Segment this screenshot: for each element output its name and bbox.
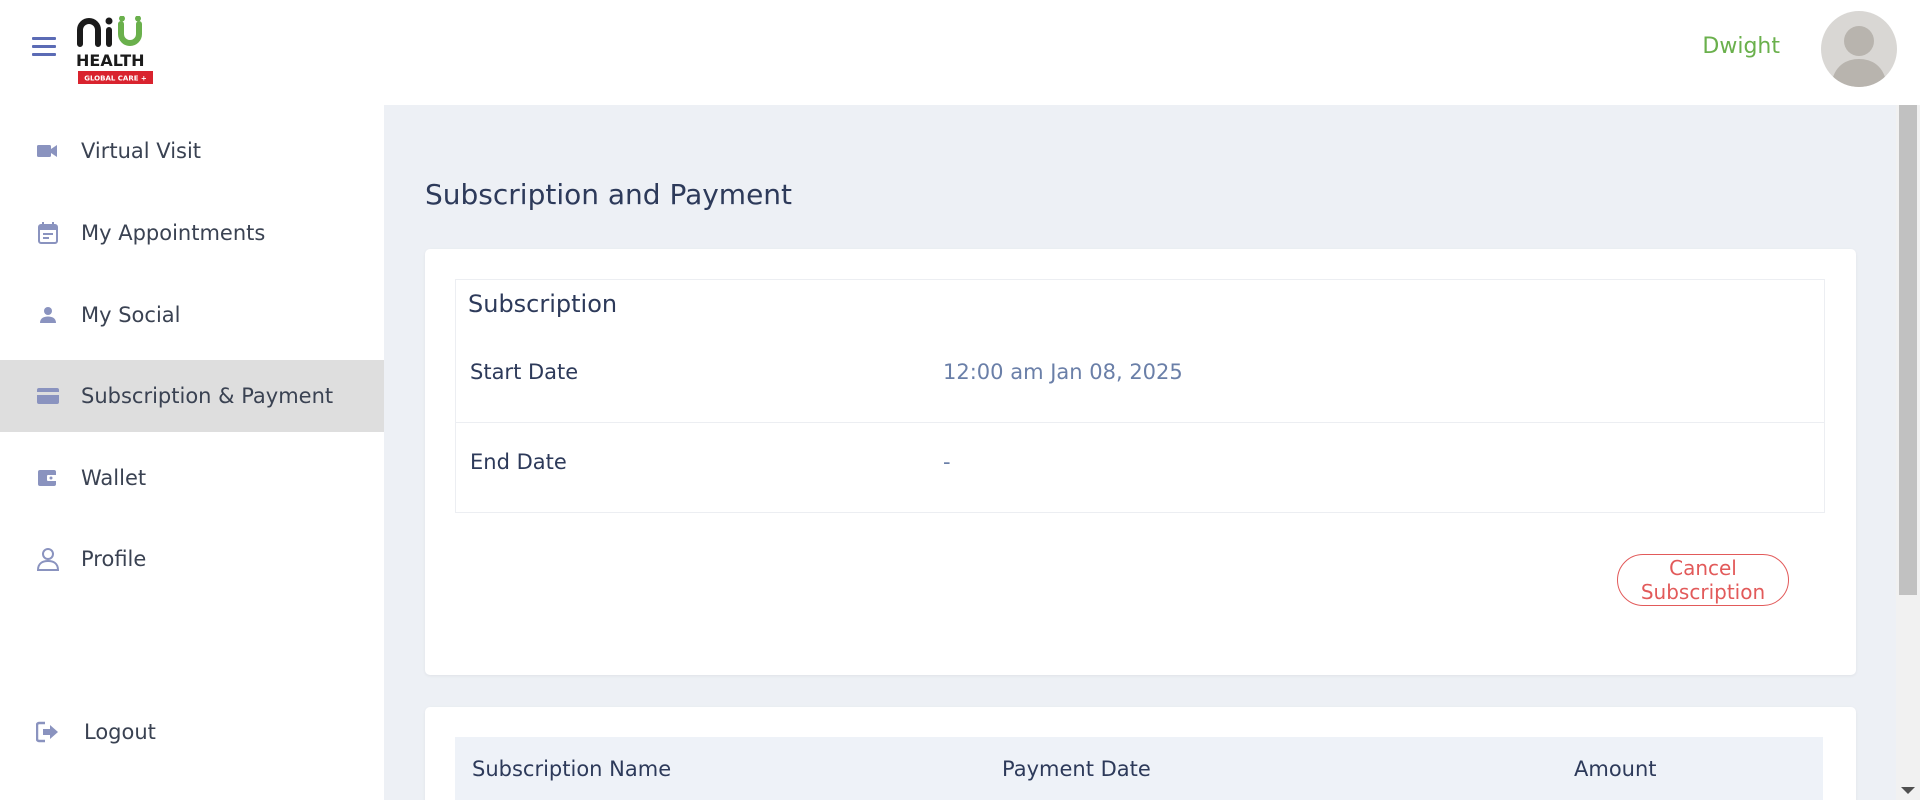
person-icon	[36, 303, 60, 327]
end-date-row: End Date -	[456, 422, 1824, 512]
calendar-icon	[36, 221, 60, 245]
main-content: Subscription and Payment Subscription St…	[384, 105, 1896, 800]
logout-label: Logout	[84, 720, 156, 744]
subscription-card: Subscription Start Date 12:00 am Jan 08,…	[425, 249, 1856, 675]
sidebar-nav: Virtual Visit My Appointments My Social …	[0, 105, 384, 800]
credit-card-icon	[36, 384, 60, 408]
subscription-heading: Subscription	[468, 290, 618, 318]
start-date-label: Start Date	[470, 360, 579, 384]
hamburger-menu-icon[interactable]	[32, 37, 56, 59]
sidebar-item-profile[interactable]: Profile	[0, 523, 384, 595]
top-header: HEALTH GLOBAL CARE + Dwight	[0, 0, 1920, 105]
column-header-payment-date[interactable]: Payment Date	[1002, 757, 1151, 781]
sidebar-item-wallet[interactable]: Wallet	[0, 442, 384, 514]
column-header-amount[interactable]: Amount	[1574, 757, 1657, 781]
avatar-silhouette-icon	[1831, 26, 1887, 87]
sidebar-item-my-appointments[interactable]: My Appointments	[0, 197, 384, 269]
niu-health-logo[interactable]: HEALTH GLOBAL CARE +	[76, 15, 156, 88]
sidebar-item-label: Wallet	[81, 466, 147, 490]
sidebar-item-label: My Appointments	[81, 221, 266, 245]
subscription-details: Subscription Start Date 12:00 am Jan 08,…	[455, 279, 1825, 513]
logout-icon	[36, 720, 60, 744]
logout-button[interactable]: Logout	[0, 696, 384, 768]
scrollbar-thumb[interactable]	[1899, 105, 1917, 595]
scroll-down-arrow-icon[interactable]	[1901, 787, 1915, 794]
payment-table-header: Subscription Name Payment Date Amount	[455, 737, 1823, 800]
profile-icon	[36, 547, 60, 571]
payment-history-card: Subscription Name Payment Date Amount	[425, 707, 1856, 800]
cancel-subscription-button[interactable]: Cancel Subscription	[1617, 554, 1789, 606]
sidebar-item-label: Subscription & Payment	[81, 384, 334, 408]
start-date-row: Start Date 12:00 am Jan 08, 2025	[456, 332, 1824, 423]
sidebar-item-virtual-visit[interactable]: Virtual Visit	[0, 115, 384, 187]
column-header-subscription-name[interactable]: Subscription Name	[472, 757, 671, 781]
page-title: Subscription and Payment	[425, 178, 793, 211]
sidebar-item-subscription-payment[interactable]: Subscription & Payment	[0, 360, 384, 432]
user-name[interactable]: Dwight	[1702, 34, 1780, 59]
sidebar-item-label: Profile	[81, 547, 147, 571]
start-date-value: 12:00 am Jan 08, 2025	[943, 360, 1183, 384]
wallet-icon	[36, 466, 60, 490]
video-camera-icon	[36, 139, 60, 163]
sidebar-item-label: Virtual Visit	[81, 139, 202, 163]
page-scrollbar[interactable]	[1896, 105, 1920, 800]
end-date-value: -	[943, 450, 951, 474]
svg-text:HEALTH: HEALTH	[76, 51, 145, 70]
user-avatar[interactable]	[1821, 11, 1897, 87]
sidebar-item-label: My Social	[81, 303, 181, 327]
sidebar-item-my-social[interactable]: My Social	[0, 279, 384, 351]
svg-text:GLOBAL CARE +: GLOBAL CARE +	[84, 75, 147, 83]
end-date-label: End Date	[470, 450, 567, 474]
